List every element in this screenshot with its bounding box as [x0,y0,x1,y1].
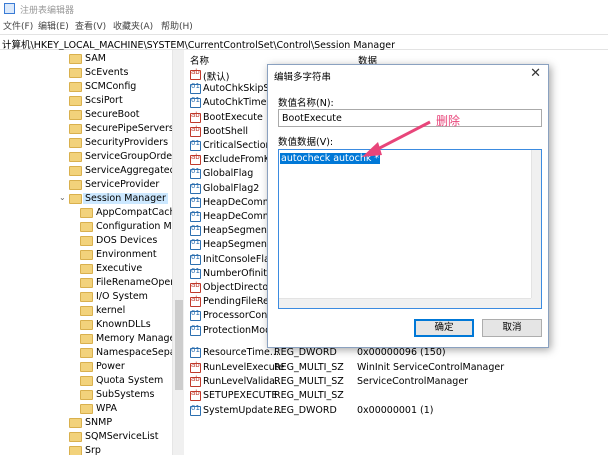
folder-icon [69,54,82,64]
binary-value-icon [190,96,201,108]
folder-icon [69,166,82,176]
folder-icon [69,68,82,78]
address-bar[interactable]: 计算机\HKEY_LOCAL_MACHINE\SYSTEM\CurrentCon… [0,34,608,51]
folder-open-icon [69,194,82,204]
list-item[interactable]: ResourceTime...REG_DWORD0x00000096 (150) [186,346,608,360]
folder-icon [80,278,93,288]
folder-icon [69,110,82,120]
folder-icon [69,180,82,190]
value-data-label: 数值数据(V): [278,137,334,148]
ok-button[interactable]: 确定 [414,319,474,337]
folder-icon [80,236,93,246]
vertical-scrollbar[interactable] [531,150,541,298]
binary-value-icon [190,324,201,336]
scrollbar-thumb[interactable] [175,300,183,390]
string-value-icon [190,361,201,373]
folder-icon [69,82,82,92]
folder-icon [69,152,82,162]
binary-value-icon [190,82,201,94]
folder-icon [80,306,93,316]
folder-icon [80,376,93,386]
column-header-name[interactable]: 名称 [190,53,209,67]
scrollbar-corner [531,298,541,308]
dialog-title: 编辑多字符串 [274,72,332,83]
window-title: 注册表编辑器 [20,6,75,16]
string-value-icon [190,68,201,80]
menu-file[interactable]: 文件(F) [3,19,33,32]
binary-value-icon [190,224,201,236]
folder-icon [69,138,82,148]
string-value-icon [190,295,201,307]
list-item[interactable]: RunLevelValida...REG_MULTI_SZServiceCont… [186,375,608,389]
folder-icon [80,250,93,260]
value-name-field[interactable]: BootExecute [278,109,542,127]
cancel-button[interactable]: 取消 [482,319,542,337]
binary-value-icon [190,346,201,358]
horizontal-scrollbar[interactable] [279,298,531,308]
folder-icon [80,390,93,400]
menu-help[interactable]: 帮助(H) [161,19,193,32]
annotation-label: 删除 [436,114,461,128]
string-value-icon [190,153,201,165]
registry-tree: SAM ScEvents SCMConfig ScsiPort SecureBo… [0,50,184,455]
folder-icon [69,446,82,455]
binary-value-icon [190,210,201,222]
folder-icon [80,334,93,344]
folder-icon [80,348,93,358]
tree-scrollbar[interactable] [172,50,184,455]
list-item[interactable]: SystemUpdate...REG_DWORD0x00000001 (1) [186,404,608,418]
binary-value-icon [190,309,201,321]
list-item[interactable]: SETUPEXECUTEREG_MULTI_SZ [186,389,608,403]
string-value-icon [190,375,201,387]
value-name-label: 数值名称(N): [278,98,334,109]
binary-value-icon [190,267,201,279]
folder-icon [80,362,93,372]
list-item[interactable]: RunLevelExecuteREG_MULTI_SZWinInit Servi… [186,361,608,375]
binary-value-icon [190,196,201,208]
folder-icon [80,264,93,274]
binary-value-icon [190,182,201,194]
binary-value-icon [190,253,201,265]
folder-icon [69,124,82,134]
string-value-icon [190,281,201,293]
close-icon[interactable]: ✕ [530,66,541,81]
string-value-icon [190,125,201,137]
folder-icon [69,432,82,442]
folder-icon [80,222,93,232]
menu-bar: 文件(F) 编辑(E) 查看(V) 收藏夹(A) 帮助(H) [0,18,608,33]
chevron-down-icon[interactable]: ⌄ [59,193,67,202]
menu-view[interactable]: 查看(V) [75,19,106,32]
binary-value-icon [190,238,201,250]
binary-value-icon [190,139,201,151]
folder-icon [80,320,93,330]
folder-icon [69,96,82,106]
binary-value-icon [190,404,201,416]
binary-value-icon [190,167,201,179]
folder-icon [80,292,93,302]
menu-favorites[interactable]: 收藏夹(A) [113,19,153,32]
folder-icon [80,208,93,218]
string-value-icon [190,111,201,123]
menu-edit[interactable]: 编辑(E) [38,19,69,32]
folder-icon [69,418,82,428]
folder-icon [80,404,93,414]
address-path: 计算机\HKEY_LOCAL_MACHINE\SYSTEM\CurrentCon… [2,40,395,51]
edit-multi-string-dialog: 编辑多字符串 ✕ 数值名称(N): BootExecute 数值数据(V): a… [267,64,549,348]
selected-text: autocheck autochk * [280,153,381,164]
string-value-icon [190,389,201,401]
regedit-app-icon [4,3,15,14]
value-data-textarea[interactable]: autocheck autochk * [278,149,542,309]
title-bar: 注册表编辑器 [0,0,608,18]
